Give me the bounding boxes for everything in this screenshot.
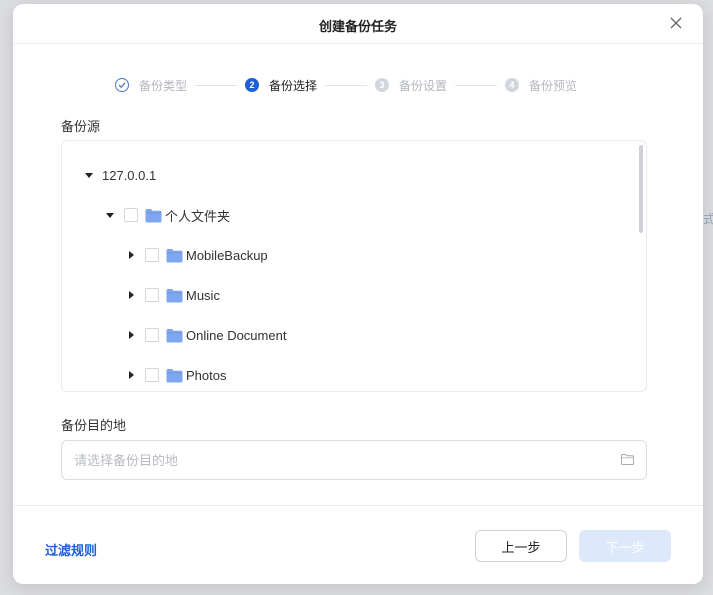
step-connector	[455, 84, 498, 86]
step-label: 备份预览	[529, 78, 578, 93]
folder-icon	[166, 328, 183, 342]
dialog-title: 创建备份任务	[318, 19, 397, 34]
tree-node-checkbox[interactable]	[145, 288, 159, 302]
step-number-badge: 2	[245, 78, 260, 92]
folder-icon	[166, 288, 183, 302]
tree-scrollbar[interactable]	[639, 145, 643, 233]
step-label: 备份类型	[139, 78, 188, 93]
tree-node-checkbox[interactable]	[145, 368, 159, 382]
folder-icon	[145, 208, 162, 222]
step-backup-type: 备份类型	[115, 77, 187, 94]
step-backup-selection: 2 备份选择	[245, 77, 317, 94]
next-step-button[interactable]: 下一步	[579, 530, 671, 562]
caret-right-icon[interactable]	[126, 250, 136, 260]
caret-down-icon[interactable]	[84, 170, 94, 180]
tree-node-music[interactable]: Music	[126, 285, 220, 305]
tree-node-mobilebackup[interactable]: MobileBackup	[126, 245, 268, 265]
check-icon	[115, 78, 129, 92]
tree-node-label: 个人文件夹	[165, 208, 231, 224]
tree-node-label: Online Document	[186, 327, 287, 343]
close-icon[interactable]	[669, 16, 683, 30]
caret-right-icon[interactable]	[126, 290, 136, 300]
background-partial-text: 式	[703, 212, 713, 226]
tree-node-checkbox[interactable]	[124, 208, 138, 222]
tree-node-label: MobileBackup	[186, 247, 268, 263]
tree-node-label: 127.0.0.1	[102, 167, 157, 183]
step-connector	[325, 84, 368, 86]
step-label: 备份选择	[269, 78, 318, 93]
dialog-footer: 过滤规则 上一步 下一步	[13, 505, 703, 584]
step-indicator: 备份类型 2 备份选择 3 备份设置 4 备份预览	[115, 76, 577, 94]
step-label: 备份设置	[399, 78, 448, 93]
folder-icon	[166, 368, 183, 382]
destination-input[interactable]	[61, 440, 647, 480]
folder-outline-icon[interactable]	[621, 454, 634, 465]
tree-node-personal-folder[interactable]: 个人文件夹	[105, 205, 230, 225]
dialog-header: 创建备份任务	[13, 4, 703, 44]
step-connector	[195, 84, 238, 86]
tree-node-label: Photos	[186, 367, 227, 383]
folder-icon	[166, 248, 183, 262]
tree-node-label: Music	[186, 287, 220, 303]
caret-down-icon[interactable]	[105, 210, 115, 220]
step-number-badge: 4	[505, 78, 520, 92]
tree-node-root[interactable]: 127.0.0.1	[84, 165, 156, 185]
source-section-label: 备份源	[61, 119, 101, 134]
create-backup-task-dialog: 创建备份任务 备份类型 2 备份选择 3 备份设置 4 备份预览 备份源 127…	[13, 4, 703, 584]
source-tree: 127.0.0.1 个人文件夹 MobileBackup Music Onlin…	[61, 140, 647, 392]
tree-node-checkbox[interactable]	[145, 328, 159, 342]
tree-node-online-document[interactable]: Online Document	[126, 325, 286, 345]
filter-rules-link[interactable]: 过滤规则	[45, 540, 97, 559]
caret-right-icon[interactable]	[126, 330, 136, 340]
step-backup-preview: 4 备份预览	[505, 77, 577, 94]
tree-node-photos[interactable]: Photos	[126, 365, 226, 385]
previous-step-button[interactable]: 上一步	[475, 530, 567, 562]
caret-right-icon[interactable]	[126, 370, 136, 380]
step-number-badge: 3	[375, 78, 390, 92]
tree-node-checkbox[interactable]	[145, 248, 159, 262]
step-backup-settings: 3 备份设置	[375, 77, 447, 94]
destination-section-label: 备份目的地	[61, 418, 127, 433]
